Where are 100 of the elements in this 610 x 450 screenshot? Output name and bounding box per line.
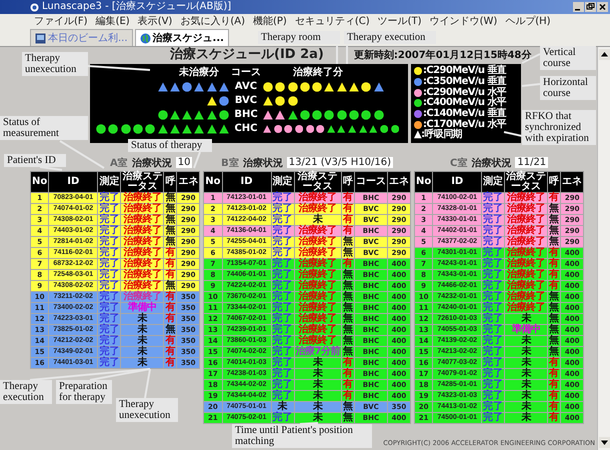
- callout-label: Status of measurement: [0, 116, 88, 140]
- table-cell: 完了: [271, 203, 294, 214]
- column-header: No: [414, 171, 433, 192]
- table-cell: 未: [504, 335, 548, 346]
- table-cell: 治療終了: [504, 214, 548, 226]
- menu-item[interactable]: ツール(T): [378, 16, 422, 28]
- page-title: 治療スケジュール(ID 2a): [170, 47, 324, 62]
- menu-item[interactable]: ヘルプ(H): [505, 16, 551, 28]
- table-cell: 完了: [271, 390, 294, 402]
- table-cell: 未: [294, 390, 342, 402]
- table-cell: 完了: [98, 247, 121, 258]
- table-cell: 未: [294, 412, 342, 424]
- menu-item[interactable]: セキュリティ(C): [294, 16, 370, 28]
- table-cell: 治療終了: [504, 291, 548, 302]
- table-cell: 有: [548, 269, 561, 280]
- table-cell: 完了: [98, 192, 121, 204]
- table-cell: 完了: [271, 236, 294, 248]
- table-cell: 完了: [271, 214, 294, 226]
- column-header: 呼: [164, 171, 177, 192]
- scrollbar[interactable]: [597, 47, 610, 450]
- status-label: 治療状況: [471, 156, 512, 170]
- table-cell: 未: [504, 401, 548, 412]
- scroll-down-icon[interactable]: [598, 437, 610, 448]
- callout-label: Preparation for therapy: [56, 380, 112, 404]
- table-cell: 無: [341, 302, 354, 314]
- table-cell: 有: [341, 258, 354, 270]
- close-icon[interactable]: [597, 2, 608, 12]
- table-cell: 治療終了: [504, 247, 548, 258]
- table-cell: 無: [548, 346, 561, 358]
- table-cell: 完了: [271, 335, 294, 346]
- globe-icon: [140, 32, 151, 44]
- callout-label: Therapy unexecution: [116, 398, 178, 422]
- table-cell: 完了: [271, 302, 294, 314]
- restore-icon[interactable]: [585, 2, 596, 12]
- table-cell: 治療7分前: [294, 346, 342, 358]
- table-cell: 未: [294, 214, 342, 226]
- table-cell: 有: [341, 203, 354, 214]
- column-header: ID: [48, 171, 98, 192]
- window-title: Lunascape3 - [治療スケジュール(AB版)]: [42, 1, 232, 13]
- table-cell: 有: [164, 269, 177, 280]
- table-cell: 完了: [482, 346, 505, 358]
- table-cell: 未: [294, 357, 342, 368]
- menu-item[interactable]: お気に入り(A): [180, 16, 245, 28]
- table-cell: 有: [341, 368, 354, 380]
- table-cell: 未: [504, 390, 548, 402]
- minimize-icon[interactable]: [573, 2, 584, 12]
- callout-label: RFKO that synchronized with expiration: [522, 110, 596, 145]
- callout-label: Status of therapy: [128, 139, 212, 152]
- table-cell: 未: [294, 379, 342, 390]
- table-cell: 完了: [98, 269, 121, 280]
- column-header: エネ: [176, 171, 200, 192]
- browser-tab[interactable]: 治療スケジュ...: [134, 29, 229, 46]
- menu-item[interactable]: ウインドウ(W): [430, 16, 498, 28]
- table-cell: 完了: [482, 313, 505, 324]
- table-cell: 治療終了: [504, 236, 548, 248]
- column-header: 呼: [341, 171, 354, 192]
- table-cell: 完了: [271, 225, 294, 236]
- table-cell: 完了: [271, 324, 294, 336]
- column-header: No: [204, 171, 222, 192]
- menu-item[interactable]: 編集(E): [96, 16, 130, 28]
- column-header: コース: [354, 171, 388, 192]
- menu-item[interactable]: 表示(V): [138, 16, 172, 28]
- table-cell: 未: [294, 368, 342, 380]
- room-label: C室: [450, 156, 468, 170]
- table-cell: 完了: [482, 225, 505, 236]
- status-value: 13/21 (V3/5 H10/16): [286, 157, 394, 168]
- table-cell: 治療終了: [504, 225, 548, 236]
- table-cell: 完了: [98, 225, 121, 236]
- table-cell: 完了: [271, 291, 294, 302]
- table-cell: 完了: [482, 258, 505, 270]
- table-cell: 未: [120, 324, 164, 336]
- table-cell: 無: [164, 280, 177, 292]
- status-label: 治療状況: [132, 156, 172, 170]
- table-cell: 完了: [98, 302, 121, 314]
- menu-item[interactable]: ファイル(F): [34, 16, 88, 28]
- table-cell: 有: [164, 313, 177, 324]
- leader-line: [193, 152, 201, 168]
- callout-label: Time until Patient's position matching: [232, 424, 372, 448]
- scroll-up-icon[interactable]: [598, 49, 610, 60]
- column-heading: 未治療分: [179, 67, 219, 79]
- table-cell: 有: [164, 335, 177, 346]
- table-cell: 完了: [271, 247, 294, 258]
- table-cell: 無: [548, 313, 561, 324]
- table-cell: 未: [504, 313, 548, 324]
- table-cell: 治療終了: [120, 280, 164, 292]
- callout-label: Therapy execution: [344, 31, 436, 44]
- table-cell: 完了: [482, 401, 505, 412]
- table-cell: 治療終了: [120, 225, 164, 236]
- table-cell: 完了: [271, 258, 294, 270]
- table-cell: 有: [341, 379, 354, 390]
- course-label: AVC: [234, 81, 258, 93]
- leader-line: [88, 65, 150, 71]
- table-cell: 無: [341, 324, 354, 336]
- table-cell: 完了: [482, 368, 505, 380]
- table-cell: 完了: [98, 203, 121, 214]
- column-header: 測定: [482, 171, 505, 192]
- table-cell: 無: [341, 346, 354, 358]
- table-cell: 完了: [98, 313, 121, 324]
- table-cell: 完了: [482, 280, 505, 292]
- menu-item[interactable]: 機能(P): [253, 16, 287, 28]
